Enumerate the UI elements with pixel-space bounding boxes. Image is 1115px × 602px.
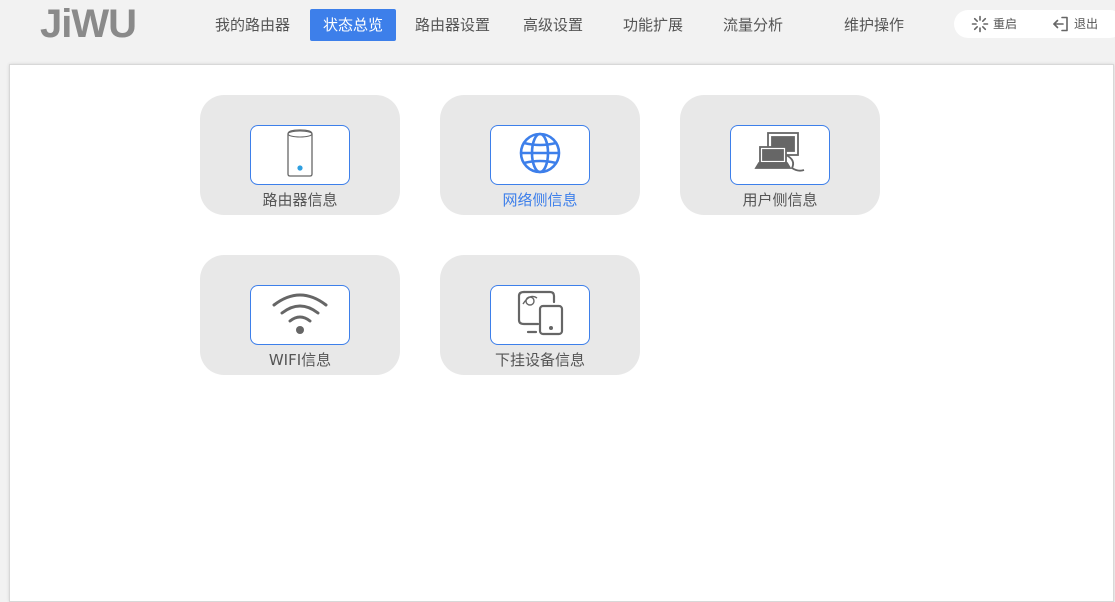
content-panel: 路由器信息 网络侧信息 用户侧信息 WIFI信息 下挂设备信息 xyxy=(9,64,1114,602)
tile-label-user-info: 用户侧信息 xyxy=(742,191,818,209)
tile-devices-info[interactable]: 下挂设备信息 xyxy=(440,255,640,375)
top-bar: JiWU 我的路由器 状态总览 路由器设置 高级设置 功能扩展 流量分析 维护操… xyxy=(0,0,1115,55)
tile-router-info[interactable]: 路由器信息 xyxy=(200,95,400,215)
tile-label-network-info: 网络侧信息 xyxy=(502,191,578,209)
tile-icon-frame xyxy=(490,285,590,345)
logout-button[interactable]: 退出 xyxy=(1052,10,1098,38)
nav-status-overview[interactable]: 状态总览 xyxy=(310,9,397,41)
computer-icon xyxy=(754,130,806,180)
tile-icon-frame xyxy=(250,125,350,185)
globe-icon xyxy=(518,131,562,179)
restart-spinner-icon xyxy=(971,15,989,33)
wifi-icon xyxy=(271,291,329,339)
tile-icon-frame xyxy=(730,125,830,185)
devices-icon xyxy=(514,290,566,340)
nav-advanced-settings[interactable]: 高级设置 xyxy=(510,9,596,41)
nav-feature-extensions[interactable]: 功能扩展 xyxy=(610,9,696,41)
tile-label-wifi-info: WIFI信息 xyxy=(268,351,332,369)
restart-label: 重启 xyxy=(993,17,1018,31)
tile-network-info[interactable]: 网络侧信息 xyxy=(440,95,640,215)
nav-traffic-analysis[interactable]: 流量分析 xyxy=(710,9,796,41)
nav-my-router[interactable]: 我的路由器 xyxy=(202,9,303,41)
tile-icon-frame xyxy=(490,125,590,185)
restart-button[interactable]: 重启 xyxy=(971,10,1017,38)
action-group: 重启 退出 xyxy=(954,10,1115,38)
logout-icon xyxy=(1052,15,1070,33)
brand-logo: JiWU xyxy=(40,2,137,46)
tile-icon-frame xyxy=(250,285,350,345)
nav-router-settings[interactable]: 路由器设置 xyxy=(402,9,503,41)
tile-label-router-info: 路由器信息 xyxy=(262,191,338,209)
logout-label: 退出 xyxy=(1074,17,1099,31)
nav-maintenance[interactable]: 维护操作 xyxy=(831,9,917,41)
tile-wifi-info[interactable]: WIFI信息 xyxy=(200,255,400,375)
tile-label-devices-info: 下挂设备信息 xyxy=(494,351,585,369)
tile-user-info[interactable]: 用户侧信息 xyxy=(680,95,880,215)
router-icon xyxy=(285,128,315,182)
